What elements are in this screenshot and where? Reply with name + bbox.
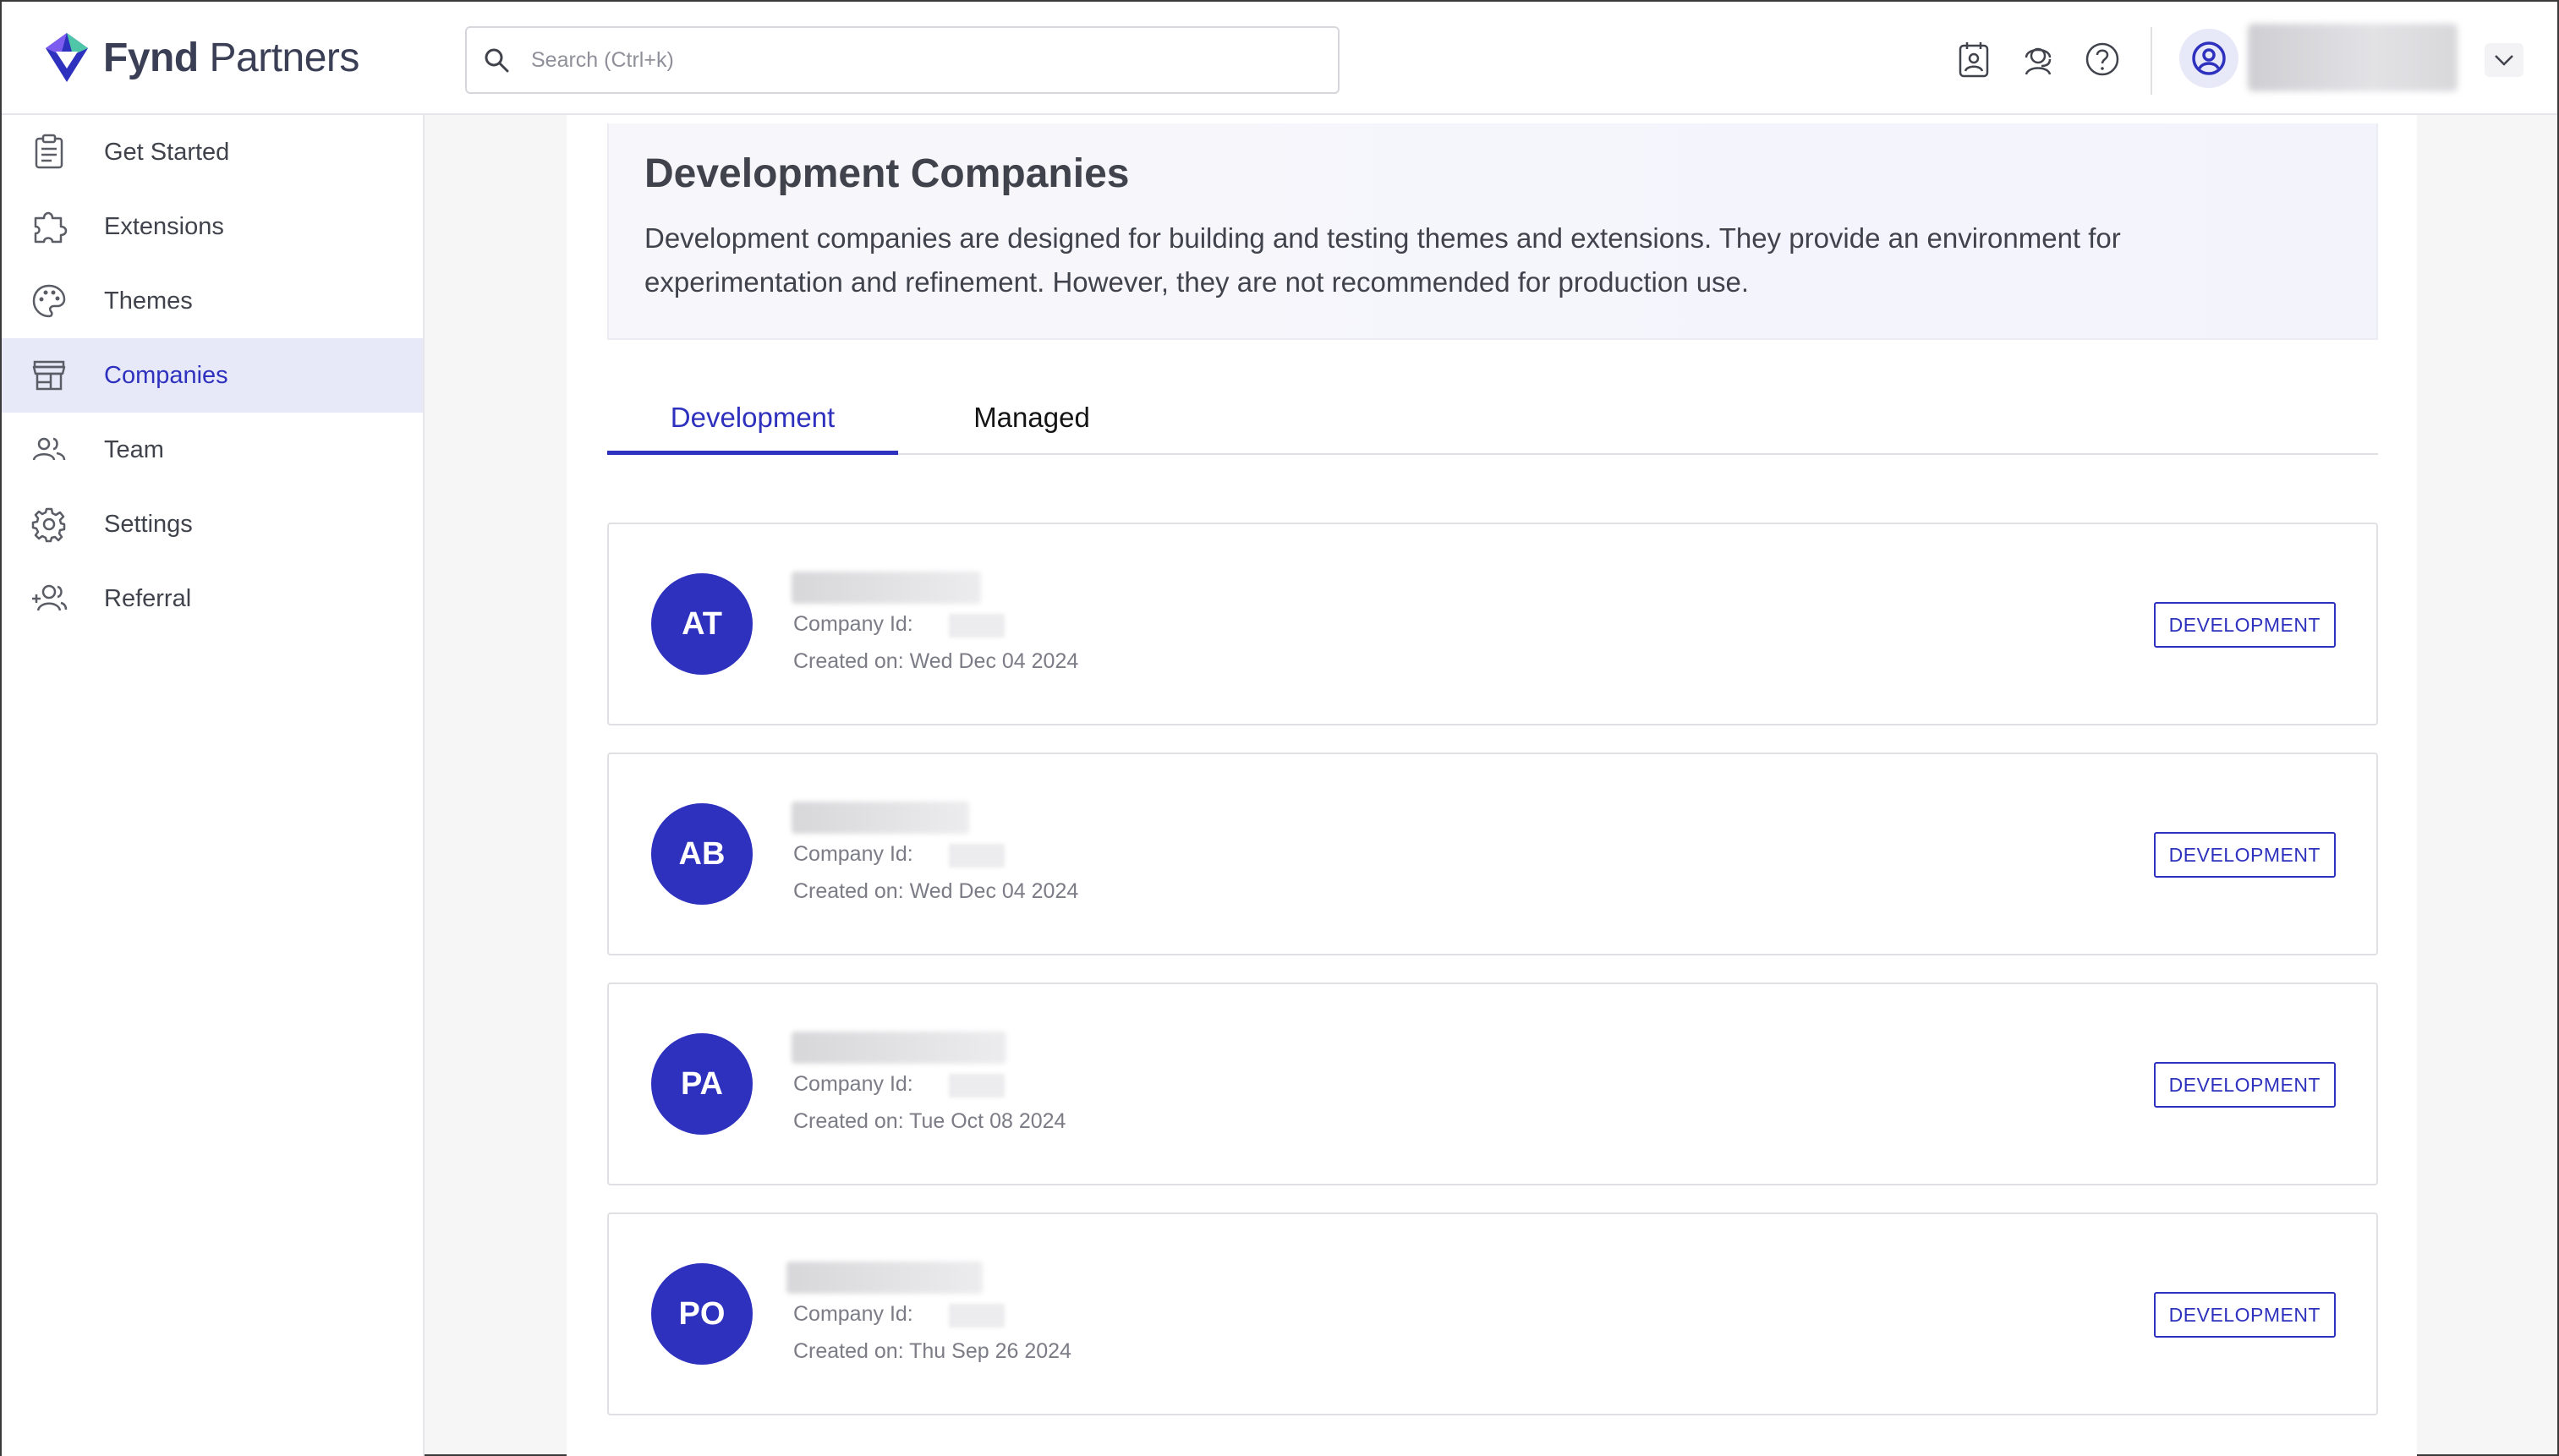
fynd-logo-icon	[46, 33, 88, 82]
company-avatar: PO	[651, 1263, 753, 1365]
sidebar: Get Started Extensions Themes Companies	[2, 115, 425, 1456]
tab-managed[interactable]: Managed	[898, 382, 1165, 453]
company-tabs: Development Managed	[607, 382, 2378, 455]
help-icon[interactable]	[2082, 39, 2123, 79]
sidebar-item-label: Themes	[104, 287, 193, 315]
company-card[interactable]: PO Company Id: Created on: Thu Sep 26 20…	[607, 1212, 2378, 1415]
status-badge: DEVELOPMENT	[2153, 602, 2336, 648]
sidebar-item-label: Companies	[104, 361, 228, 389]
top-header: Fynd Partners	[2, 2, 2557, 115]
created-date: Created on: Wed Dec 04 2024	[793, 879, 1079, 903]
company-avatar: AB	[651, 803, 753, 905]
sidebar-item-label: Referral	[104, 584, 192, 612]
created-date: Created on: Wed Dec 04 2024	[793, 649, 1079, 673]
header-divider	[2151, 27, 2152, 95]
brand-logo[interactable]: Fynd Partners	[39, 27, 359, 88]
user-circle-icon	[2192, 41, 2226, 75]
company-card[interactable]: AT Company Id: Created on: Wed Dec 04 20…	[607, 523, 2378, 725]
company-id-redacted	[949, 1074, 1005, 1097]
contact-card-icon[interactable]	[1953, 39, 1994, 79]
account-menu-toggle[interactable]	[2485, 43, 2523, 77]
page-title: Development Companies	[644, 151, 1130, 196]
support-agent-icon[interactable]	[2018, 39, 2058, 79]
created-date: Created on: Tue Oct 08 2024	[793, 1109, 1066, 1133]
page-description: Development companies are designed for b…	[644, 222, 2121, 298]
company-id-redacted	[949, 1304, 1005, 1327]
sidebar-item-label: Extensions	[104, 212, 224, 240]
sidebar-item-themes[interactable]: Themes	[2, 264, 423, 338]
company-id-label: Company Id:	[793, 1302, 913, 1326]
user-avatar[interactable]	[2179, 29, 2238, 88]
user-name-redacted	[2248, 24, 2458, 91]
team-icon	[32, 437, 66, 461]
company-card[interactable]: PA Company Id: Created on: Tue Oct 08 20…	[607, 983, 2378, 1185]
company-id-redacted	[949, 614, 1005, 638]
status-badge: DEVELOPMENT	[2153, 1062, 2336, 1108]
company-card[interactable]: AB Company Id: Created on: Wed Dec 04 20…	[607, 753, 2378, 955]
tab-development[interactable]: Development	[607, 382, 898, 455]
company-id-label: Company Id:	[793, 1072, 913, 1096]
sidebar-item-label: Team	[104, 435, 164, 463]
company-name-redacted	[786, 1262, 983, 1294]
clipboard-icon	[35, 134, 63, 169]
sidebar-item-referral[interactable]: Referral	[2, 561, 423, 636]
company-name-redacted	[792, 1032, 1006, 1064]
company-id-redacted	[949, 844, 1005, 868]
search-icon	[485, 48, 509, 73]
status-badge: DEVELOPMENT	[2153, 832, 2336, 878]
sidebar-item-team[interactable]: Team	[2, 413, 423, 487]
company-id-label: Company Id:	[793, 842, 913, 866]
brand-name: Fynd Partners	[103, 35, 359, 80]
company-avatar: AT	[651, 573, 753, 675]
created-date: Created on: Thu Sep 26 2024	[793, 1339, 1071, 1363]
sidebar-item-companies[interactable]: Companies	[2, 338, 423, 413]
company-name-redacted	[792, 572, 981, 604]
company-name-redacted	[792, 802, 969, 834]
sidebar-item-extensions[interactable]: Extensions	[2, 189, 423, 264]
sidebar-item-label: Get Started	[104, 138, 230, 166]
company-avatar: PA	[651, 1033, 753, 1135]
add-user-icon	[32, 584, 68, 611]
info-banner: Development Companies Development compan…	[607, 123, 2378, 340]
gear-icon	[31, 507, 66, 543]
search-input[interactable]	[531, 47, 1292, 73]
status-badge: DEVELOPMENT	[2153, 1292, 2336, 1338]
sidebar-item-label: Settings	[104, 510, 193, 538]
search-box[interactable]	[465, 26, 1340, 94]
sidebar-item-settings[interactable]: Settings	[2, 487, 423, 561]
chevron-down-icon	[2495, 55, 2513, 66]
store-icon	[32, 360, 66, 391]
sidebar-item-get-started[interactable]: Get Started	[2, 115, 423, 189]
company-id-label: Company Id:	[793, 612, 913, 636]
palette-icon	[32, 284, 66, 318]
puzzle-icon	[34, 211, 68, 244]
